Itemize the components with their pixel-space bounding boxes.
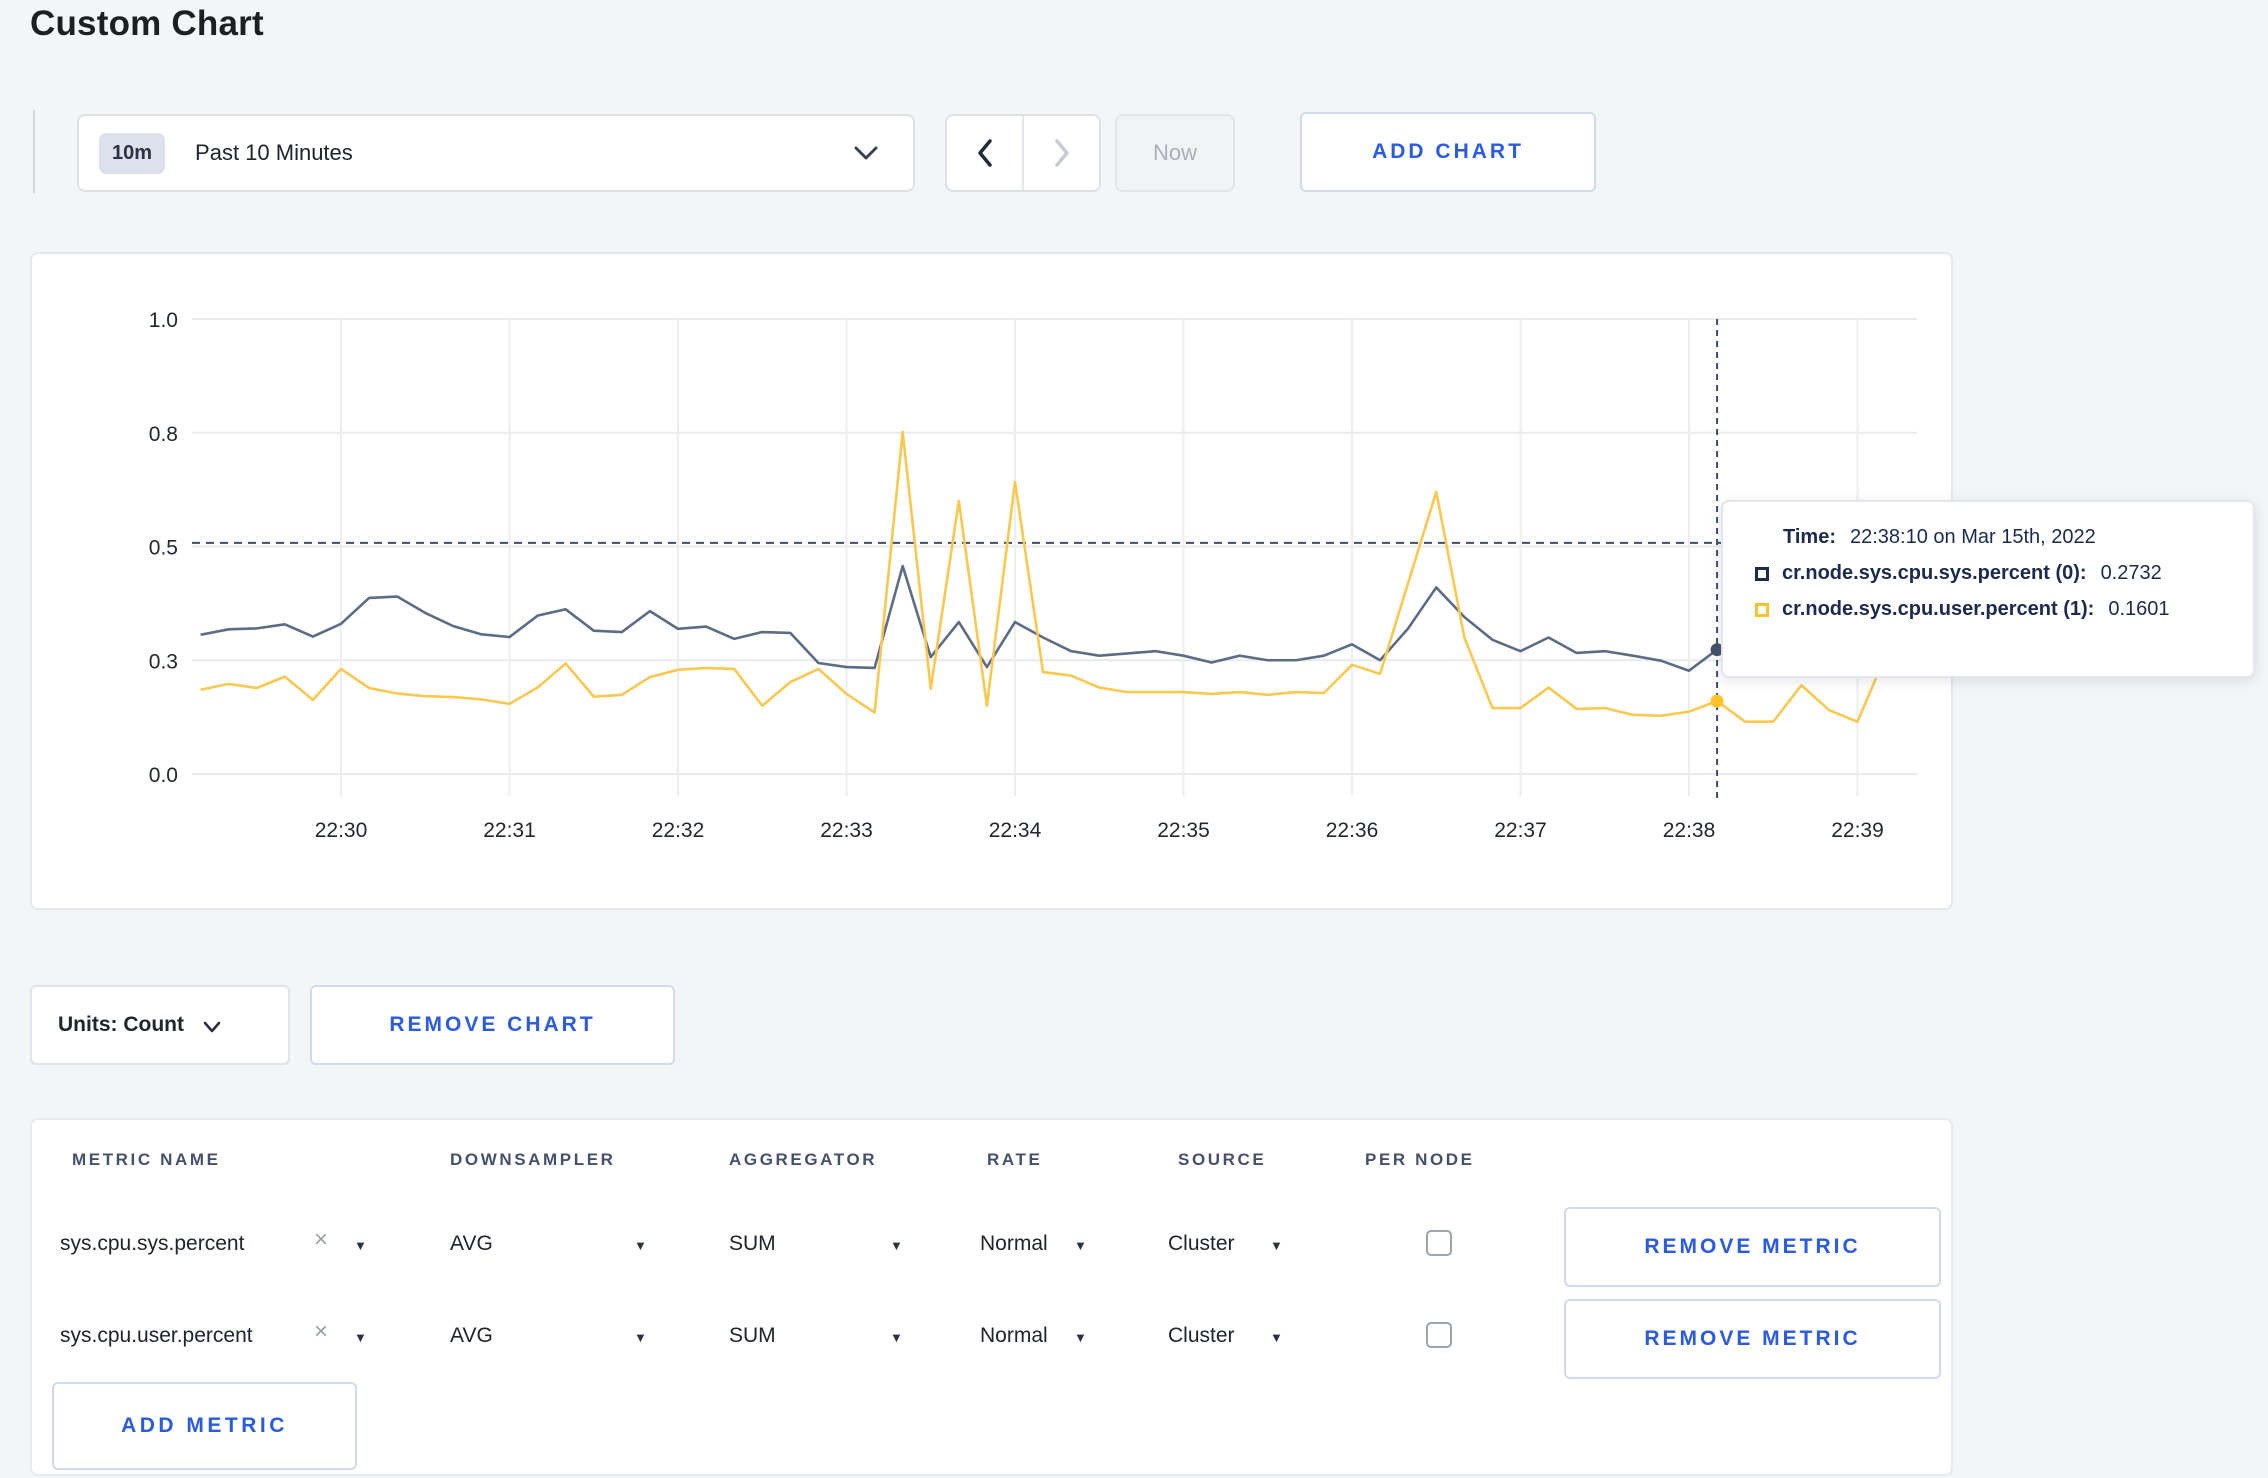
x-tick-label: 22:33 [820,819,873,842]
user-series-swatch-icon [1755,602,1769,617]
aggregator-select[interactable]: SUM [729,1324,776,1348]
tooltip-time-value: 22:38:10 on Mar 15th, 2022 [1849,526,2096,548]
tooltip-series-value: 0.2732 [2100,562,2162,584]
x-tick-label: 22:32 [652,819,705,842]
col-header-per-node: PER NODE [1365,1150,1475,1169]
section-divider [33,110,35,193]
downsampler-select[interactable]: AVG [450,1324,493,1348]
y-tick-label: 0.3 [149,650,178,673]
source-select[interactable]: Cluster [1168,1324,1235,1348]
x-tick-label: 22:36 [1326,819,1379,842]
prev-interval-button[interactable] [947,116,1024,190]
cpu-usage-chart: 0.0 0.3 0.5 0.8 1.0 22:30 22:31 22:32 22:33 22:34… [149,309,1917,842]
source-select[interactable]: Cluster [1168,1232,1235,1256]
units-label: Units: Count [58,1013,184,1036]
time-range-label: Past 10 Minutes [195,140,353,165]
remove-metric-button[interactable]: REMOVE METRIC [1564,1207,1941,1287]
series-line-cr.node.sys.cpu.sys.percent [200,564,1886,673]
remove-metric-button[interactable]: REMOVE METRIC [1564,1299,1941,1379]
chart-hover-tooltip: Time: 22:38:10 on Mar 15th, 2022 cr.node… [1721,500,2255,678]
caret-down-icon[interactable]: ▼ [1270,1238,1283,1253]
caret-down-icon[interactable]: ▼ [1074,1238,1087,1253]
y-tick-label: 0.8 [149,423,178,446]
col-header-aggregator: AGGREGATOR [729,1150,878,1169]
time-pager [945,114,1101,192]
tooltip-series-value: 0.1601 [2108,598,2170,620]
page-title: Custom Chart [30,4,264,43]
col-header-source: SOURCE [1178,1150,1267,1169]
caret-down-icon[interactable]: ▼ [1074,1330,1087,1345]
metrics-table: METRIC NAME DOWNSAMPLER AGGREGATOR RATE … [30,1118,1953,1476]
y-tick-label: 1.0 [149,309,178,332]
clear-metric-icon[interactable]: × [314,1226,328,1254]
caret-down-icon[interactable]: ▼ [634,1330,647,1345]
caret-down-icon[interactable]: ▼ [354,1330,367,1345]
next-interval-button[interactable] [1024,116,1099,190]
chevron-left-icon [977,139,992,167]
rate-select[interactable]: Normal [980,1232,1048,1256]
add-metric-button[interactable]: ADD METRIC [52,1382,357,1470]
x-tick-label: 22:31 [483,819,536,842]
chevron-down-icon [854,146,878,160]
x-tick-label: 22:30 [315,819,368,842]
remove-chart-button[interactable]: REMOVE CHART [310,985,675,1065]
col-header-metric-name: METRIC NAME [72,1150,221,1169]
tooltip-series-label: cr.node.sys.cpu.user.percent (1): [1782,598,2095,620]
metric-name-value[interactable]: sys.cpu.user.percent [60,1324,253,1348]
col-header-downsampler: DOWNSAMPLER [450,1150,616,1169]
caret-down-icon[interactable]: ▼ [890,1238,903,1253]
caret-down-icon[interactable]: ▼ [890,1330,903,1345]
time-range-select[interactable]: 10m Past 10 Minutes [77,114,915,192]
clear-metric-icon[interactable]: × [314,1318,328,1346]
x-tick-label: 22:34 [989,819,1042,842]
units-select[interactable]: Units: Count [30,985,290,1065]
hover-dot-cr.node.sys.cpu.user.percent [1710,694,1724,708]
x-tick-label: 22:39 [1831,819,1884,842]
x-tick-label: 22:38 [1663,819,1716,842]
caret-down-icon[interactable]: ▼ [1270,1330,1283,1345]
tooltip-time-label: Time: [1783,526,1836,548]
aggregator-select[interactable]: SUM [729,1232,776,1256]
per-node-checkbox[interactable] [1426,1322,1452,1348]
y-tick-label: 0.5 [149,537,178,560]
now-button[interactable]: Now [1115,114,1235,192]
rate-select[interactable]: Normal [980,1324,1048,1348]
caret-down-icon[interactable]: ▼ [354,1238,367,1253]
tooltip-series-label: cr.node.sys.cpu.sys.percent (0): [1782,562,2087,584]
chart-card: 0.0 0.3 0.5 0.8 1.0 22:30 22:31 22:32 22:33 22:34… [30,252,1953,910]
sys-series-swatch-icon [1755,566,1769,581]
caret-down-icon[interactable]: ▼ [634,1238,647,1253]
chevron-down-icon [203,1021,221,1033]
col-header-rate: RATE [987,1150,1043,1169]
time-range-badge: 10m [99,132,166,174]
add-chart-button[interactable]: ADD CHART [1300,112,1596,192]
per-node-checkbox[interactable] [1426,1230,1452,1256]
x-tick-label: 22:35 [1157,819,1210,842]
metric-name-value[interactable]: sys.cpu.sys.percent [60,1232,244,1256]
series-line-cr.node.sys.cpu.user.percent [200,430,1887,723]
y-tick-label: 0.0 [149,764,178,787]
chevron-right-icon [1054,139,1069,167]
downsampler-select[interactable]: AVG [450,1232,493,1256]
x-tick-label: 22:37 [1494,819,1547,842]
